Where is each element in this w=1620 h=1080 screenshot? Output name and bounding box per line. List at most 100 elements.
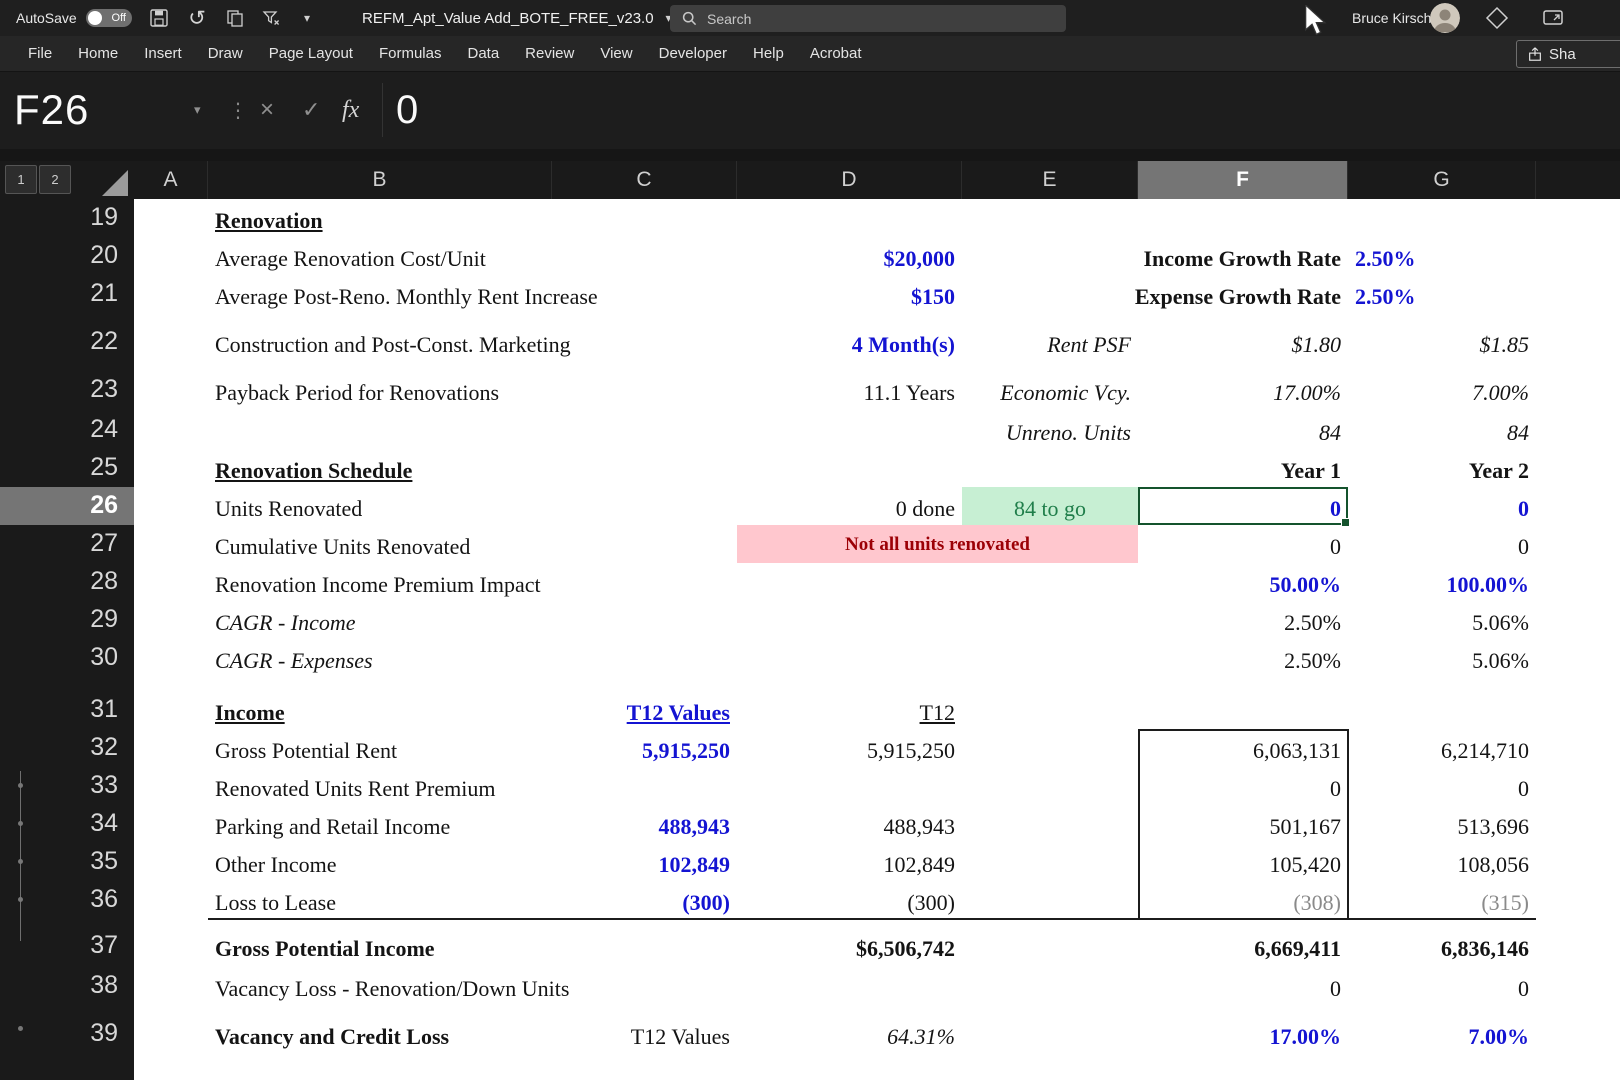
- ribbon-tab-file[interactable]: File: [15, 36, 65, 71]
- cell-E26[interactable]: 84 to go: [962, 487, 1138, 525]
- select-all-button[interactable]: [102, 170, 128, 196]
- cell-F35[interactable]: 105,420: [1138, 843, 1348, 881]
- cell-B25[interactable]: Renovation Schedule: [208, 449, 552, 487]
- formula-input[interactable]: 0: [396, 71, 418, 149]
- cell-G29[interactable]: 5.06%: [1348, 601, 1536, 639]
- cell-G37[interactable]: 6,836,146: [1348, 919, 1536, 965]
- cell-G27[interactable]: 0: [1348, 525, 1536, 563]
- cell-B29[interactable]: CAGR - Income: [208, 601, 552, 639]
- avatar[interactable]: [1430, 3, 1460, 33]
- row-header-24[interactable]: 24: [0, 409, 134, 449]
- cell-F30[interactable]: 2.50%: [1138, 639, 1348, 677]
- row-header-36[interactable]: 36: [0, 881, 134, 919]
- cell-D22[interactable]: 4 Month(s): [737, 313, 962, 361]
- cell-B23[interactable]: Payback Period for Renovations: [208, 361, 552, 409]
- cell-G23[interactable]: 7.00%: [1348, 361, 1536, 409]
- cell-G24[interactable]: 84: [1348, 409, 1536, 449]
- cell-B21[interactable]: Average Post-Reno. Monthly Rent Increase: [208, 275, 598, 313]
- cell-B37[interactable]: Gross Potential Income: [208, 919, 552, 965]
- cell-F25[interactable]: Year 1: [1138, 449, 1348, 487]
- ribbon-tab-draw[interactable]: Draw: [195, 36, 256, 71]
- name-box[interactable]: F26: [14, 71, 89, 149]
- customize-toolbar-button[interactable]: ▾: [292, 0, 322, 36]
- window-button[interactable]: [1538, 0, 1568, 36]
- cell-G39[interactable]: 7.00%: [1348, 1005, 1536, 1053]
- cell-F38[interactable]: 0: [1138, 965, 1348, 1005]
- cell-F29[interactable]: 2.50%: [1138, 601, 1348, 639]
- row-header-26[interactable]: 26: [0, 487, 134, 525]
- ribbon-tab-acrobat[interactable]: Acrobat: [797, 36, 875, 71]
- cell-F23[interactable]: 17.00%: [1138, 361, 1348, 409]
- row-header-37[interactable]: 37: [0, 919, 134, 965]
- cell-E22[interactable]: Rent PSF: [962, 313, 1138, 361]
- row-header-34[interactable]: 34: [0, 805, 134, 843]
- column-header-C[interactable]: C: [552, 161, 737, 199]
- ribbon-tab-help[interactable]: Help: [740, 36, 797, 71]
- cell-G26[interactable]: 0: [1348, 487, 1536, 525]
- ribbon-tab-view[interactable]: View: [587, 36, 645, 71]
- cell-C34[interactable]: 488,943: [552, 805, 737, 843]
- row-header-21[interactable]: 21: [0, 275, 134, 313]
- cell-C31[interactable]: T12 Values: [552, 677, 737, 729]
- share-button[interactable]: Sha: [1516, 40, 1620, 68]
- cell-F39[interactable]: 17.00%: [1138, 1005, 1348, 1053]
- cell-G30[interactable]: 5.06%: [1348, 639, 1536, 677]
- cell-G32[interactable]: 6,214,710: [1348, 729, 1536, 767]
- ribbon-tab-data[interactable]: Data: [454, 36, 512, 71]
- cell-G36[interactable]: (315): [1348, 881, 1536, 919]
- cell-F34[interactable]: 501,167: [1138, 805, 1348, 843]
- cell-B35[interactable]: Other Income: [208, 843, 552, 881]
- enter-button[interactable]: ✓: [302, 71, 320, 149]
- row-header-28[interactable]: 28: [0, 563, 134, 601]
- row-header-29[interactable]: 29: [0, 601, 134, 639]
- cell-D23[interactable]: 11.1 Years: [737, 361, 962, 409]
- cell-B34[interactable]: Parking and Retail Income: [208, 805, 552, 843]
- search-input[interactable]: Search: [670, 5, 1066, 32]
- row-header-22[interactable]: 22: [0, 313, 134, 361]
- undo-button[interactable]: ↺: [182, 0, 212, 36]
- cell-G21[interactable]: 2.50%: [1348, 275, 1536, 313]
- copy-button[interactable]: [220, 0, 250, 36]
- cell-G35[interactable]: 108,056: [1348, 843, 1536, 881]
- cell-B39[interactable]: Vacancy and Credit Loss: [208, 1005, 552, 1053]
- row-header-39[interactable]: 39: [0, 1005, 134, 1053]
- cell-B33[interactable]: Renovated Units Rent Premium: [208, 767, 552, 805]
- cell-F36[interactable]: (308): [1138, 881, 1348, 919]
- cell-B30[interactable]: CAGR - Expenses: [208, 639, 552, 677]
- clear-filter-button[interactable]: [256, 0, 286, 36]
- cell-E24[interactable]: Unreno. Units: [962, 409, 1138, 449]
- cell-F27[interactable]: 0: [1138, 525, 1348, 563]
- row-header-40[interactable]: [0, 1053, 134, 1080]
- cell-F22[interactable]: $1.80: [1138, 313, 1348, 361]
- cell-B32[interactable]: Gross Potential Rent: [208, 729, 552, 767]
- row-header-32[interactable]: 32: [0, 729, 134, 767]
- cell-D26[interactable]: 0 done: [737, 487, 962, 525]
- cell-B27[interactable]: Cumulative Units Renovated: [208, 525, 552, 563]
- empty-cells[interactable]: [134, 1053, 1620, 1080]
- cell-G20[interactable]: 2.50%: [1348, 237, 1536, 275]
- cell-B36[interactable]: Loss to Lease: [208, 881, 552, 919]
- cell-D31[interactable]: T12: [737, 677, 962, 729]
- autosave-toggle[interactable]: Off: [86, 0, 132, 36]
- cell-G33[interactable]: 0: [1348, 767, 1536, 805]
- cell-B31[interactable]: Income: [208, 677, 552, 729]
- cell-D21[interactable]: $150: [737, 275, 962, 313]
- cell-B26[interactable]: Units Renovated: [208, 487, 552, 525]
- cell-D20[interactable]: $20,000: [737, 237, 962, 275]
- cell-D32[interactable]: 5,915,250: [737, 729, 962, 767]
- column-header-G[interactable]: G: [1348, 161, 1536, 199]
- cell-E21[interactable]: Expense Growth Rate: [962, 275, 1348, 313]
- row-header-35[interactable]: 35: [0, 843, 134, 881]
- ribbon-tab-formulas[interactable]: Formulas: [366, 36, 455, 71]
- column-header-D[interactable]: D: [737, 161, 962, 199]
- cell-G38[interactable]: 0: [1348, 965, 1536, 1005]
- user-name[interactable]: Bruce Kirsch: [1352, 0, 1431, 36]
- cell-G22[interactable]: $1.85: [1348, 313, 1536, 361]
- ribbon-tab-review[interactable]: Review: [512, 36, 587, 71]
- cell-G28[interactable]: 100.00%: [1348, 563, 1536, 601]
- cell-B20[interactable]: Average Renovation Cost/Unit: [208, 237, 552, 275]
- column-header-F[interactable]: F: [1138, 161, 1348, 199]
- cell-E23[interactable]: Economic Vcy.: [962, 361, 1138, 409]
- cell-F32[interactable]: 6,063,131: [1138, 729, 1348, 767]
- cell-B19[interactable]: Renovation: [208, 199, 552, 237]
